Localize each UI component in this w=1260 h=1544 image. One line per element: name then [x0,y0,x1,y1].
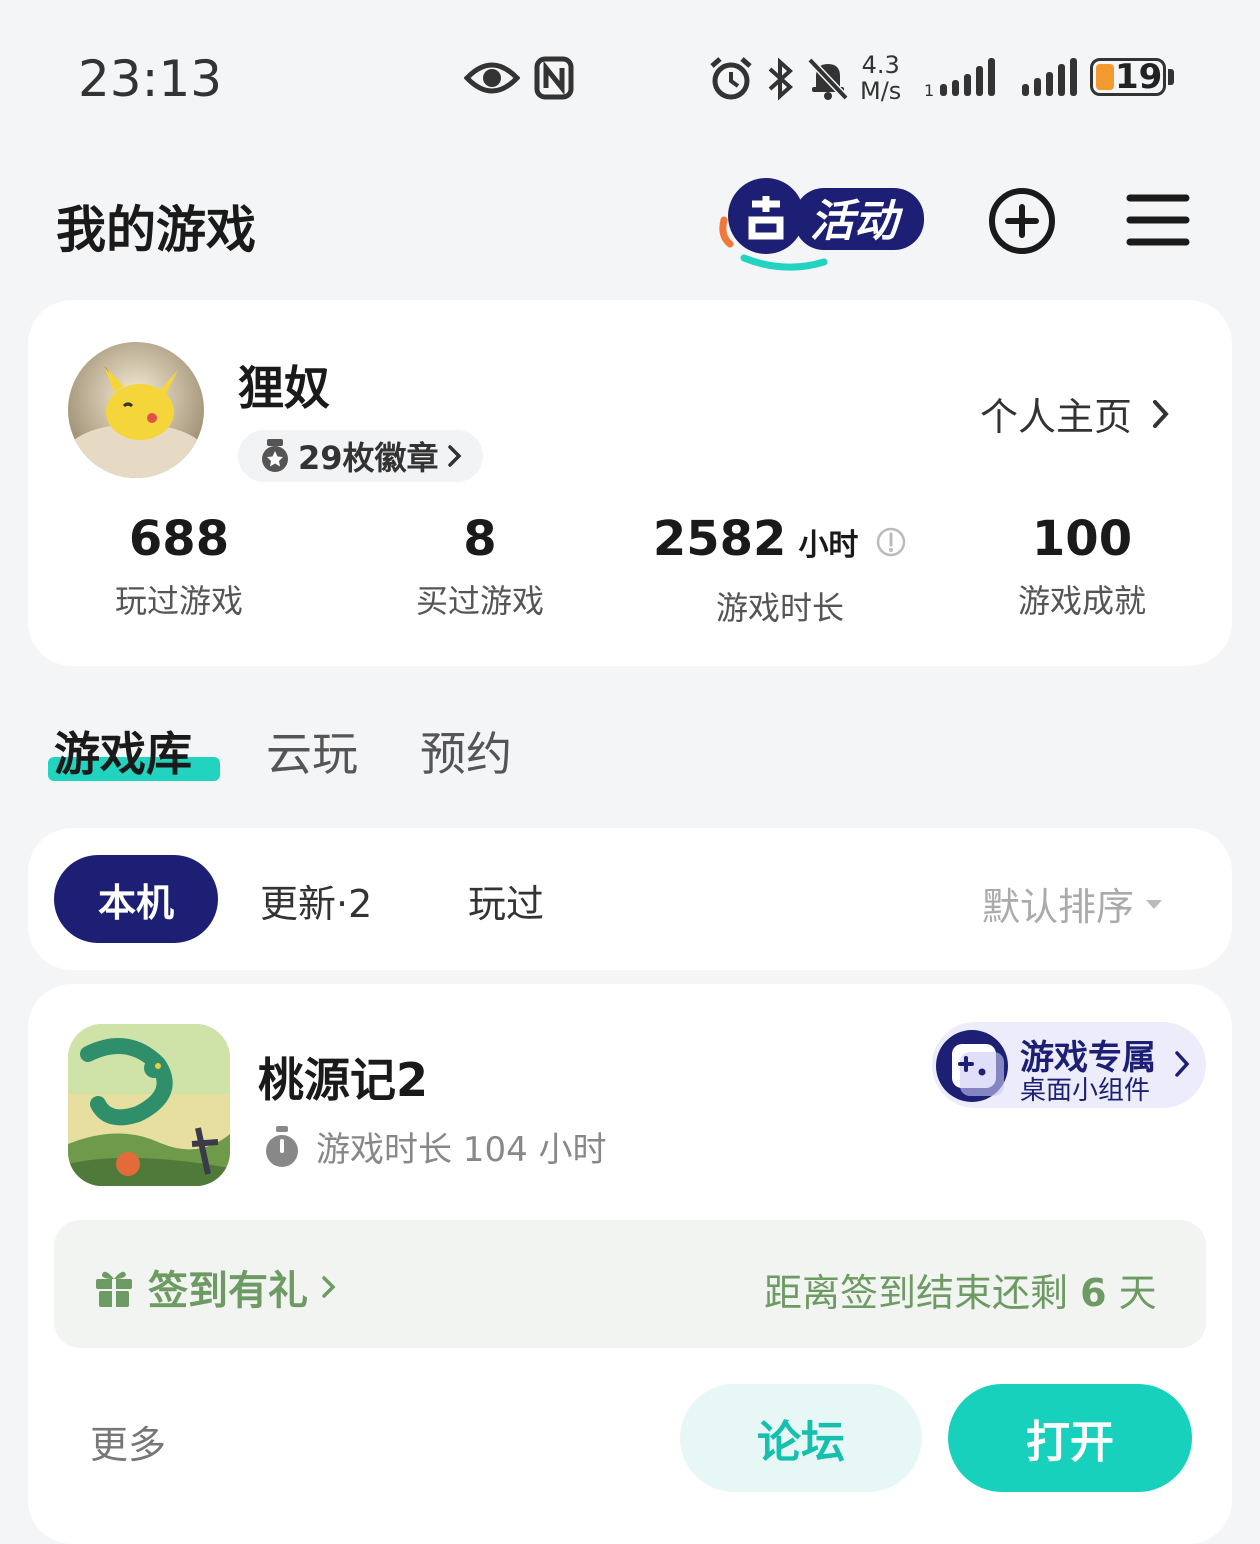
chevron-right-icon [322,1276,336,1298]
stopwatch-icon [266,1125,298,1167]
stat-play-time[interactable]: 2582 小时 游戏时长 [650,510,910,629]
game-icon[interactable] [68,1024,230,1186]
battery-tip [1168,69,1174,85]
signal-icon [1022,58,1077,96]
stat-value: 8 [463,511,497,567]
chevron-right-icon [1153,399,1169,428]
stat-label: 买过游戏 [415,582,544,620]
activity-logo-icon: 活动 [719,178,924,271]
activity-badge-label: 活动 [810,196,904,247]
game-title[interactable]: 桃源记2 [258,1044,428,1110]
menu-icon[interactable] [1126,192,1190,248]
caret-down-icon [1146,899,1163,909]
stat-label: 玩过游戏 [114,582,243,620]
battery-indicator: 19 [1090,57,1166,97]
chevron-right-icon [447,445,462,467]
game-playtime: 游戏时长 104 小时 [262,1122,607,1171]
info-icon[interactable] [875,526,907,558]
badges-count-label: 29枚徽章 [298,439,439,477]
playtime-text: 游戏时长 104 小时 [316,1130,607,1170]
countdown-prefix: 距离签到结束还剩 [764,1271,1069,1315]
stat-value: 688 [128,511,230,567]
avatar[interactable] [68,342,204,478]
stat-played-games[interactable]: 688 玩过游戏 [49,510,309,622]
stat-value: 2582 [652,511,787,567]
sort-dropdown[interactable]: 默认排序 [982,876,1164,931]
countdown-unit: 天 [1118,1271,1157,1315]
tab-reservations[interactable]: 预约 [420,718,512,784]
chevron-right-icon [1175,1051,1190,1077]
nfc-icon [534,56,574,100]
forum-button[interactable]: 论坛 [680,1384,922,1492]
game-art-icon [68,1024,230,1186]
widget-subtitle: 桌面小组件 [1020,1076,1151,1106]
username: 狸奴 [238,361,330,415]
status-time: 23:13 [78,50,223,108]
sort-label: 默认排序 [982,885,1135,929]
stat-label: 游戏时长 [715,589,844,627]
battery-level: 19 [1115,57,1163,97]
mute-bell-icon [807,57,849,101]
more-button[interactable]: 更多 [90,1414,166,1469]
bluetooth-icon [768,57,793,101]
checkin-link[interactable]: 签到有礼 [92,1258,338,1316]
checkin-countdown: 距离签到结束还剩 6 天 [764,1262,1157,1317]
stat-bought-games[interactable]: 8 买过游戏 [350,510,610,622]
profile-homepage-label: 个人主页 [980,395,1133,439]
network-speed: 4.3 M/s [860,52,901,104]
activity-badge-button[interactable]: 活动 [714,170,930,274]
open-game-button[interactable]: 打开 [948,1384,1192,1492]
profile-homepage-link[interactable]: 个人主页 [980,386,1172,441]
eye-icon [464,62,520,94]
stat-achievements[interactable]: 100 游戏成就 [952,510,1212,622]
page-title: 我的游戏 [56,201,256,259]
badges-button[interactable]: 29枚徽章 [238,430,483,482]
speed-unit: M/s [860,77,902,105]
tab-cloud-play[interactable]: 云玩 [266,718,358,784]
stat-unit: 小时 [798,528,859,563]
gift-icon [96,1271,132,1307]
checkin-label: 签到有礼 [148,1268,308,1314]
svg-text:1: 1 [924,81,934,100]
speed-value: 4.3 [861,51,900,79]
gamepad-widget-icon [936,1030,1008,1102]
stat-label: 游戏成就 [1017,582,1146,620]
filter-chip-played[interactable]: 玩过 [468,873,544,928]
tab-library[interactable]: 游戏库 [54,718,192,784]
alarm-icon [710,57,752,100]
stat-value: 100 [1031,511,1133,567]
medal-icon [262,439,288,472]
signal-icon: 1 [924,58,995,100]
countdown-days: 6 [1080,1271,1107,1315]
pikachu-avatar-icon [68,342,204,478]
filter-chip-local[interactable]: 本机 [54,855,218,943]
filter-chip-updates[interactable]: 更新·2 [260,873,372,928]
add-circle-icon[interactable] [988,187,1056,255]
